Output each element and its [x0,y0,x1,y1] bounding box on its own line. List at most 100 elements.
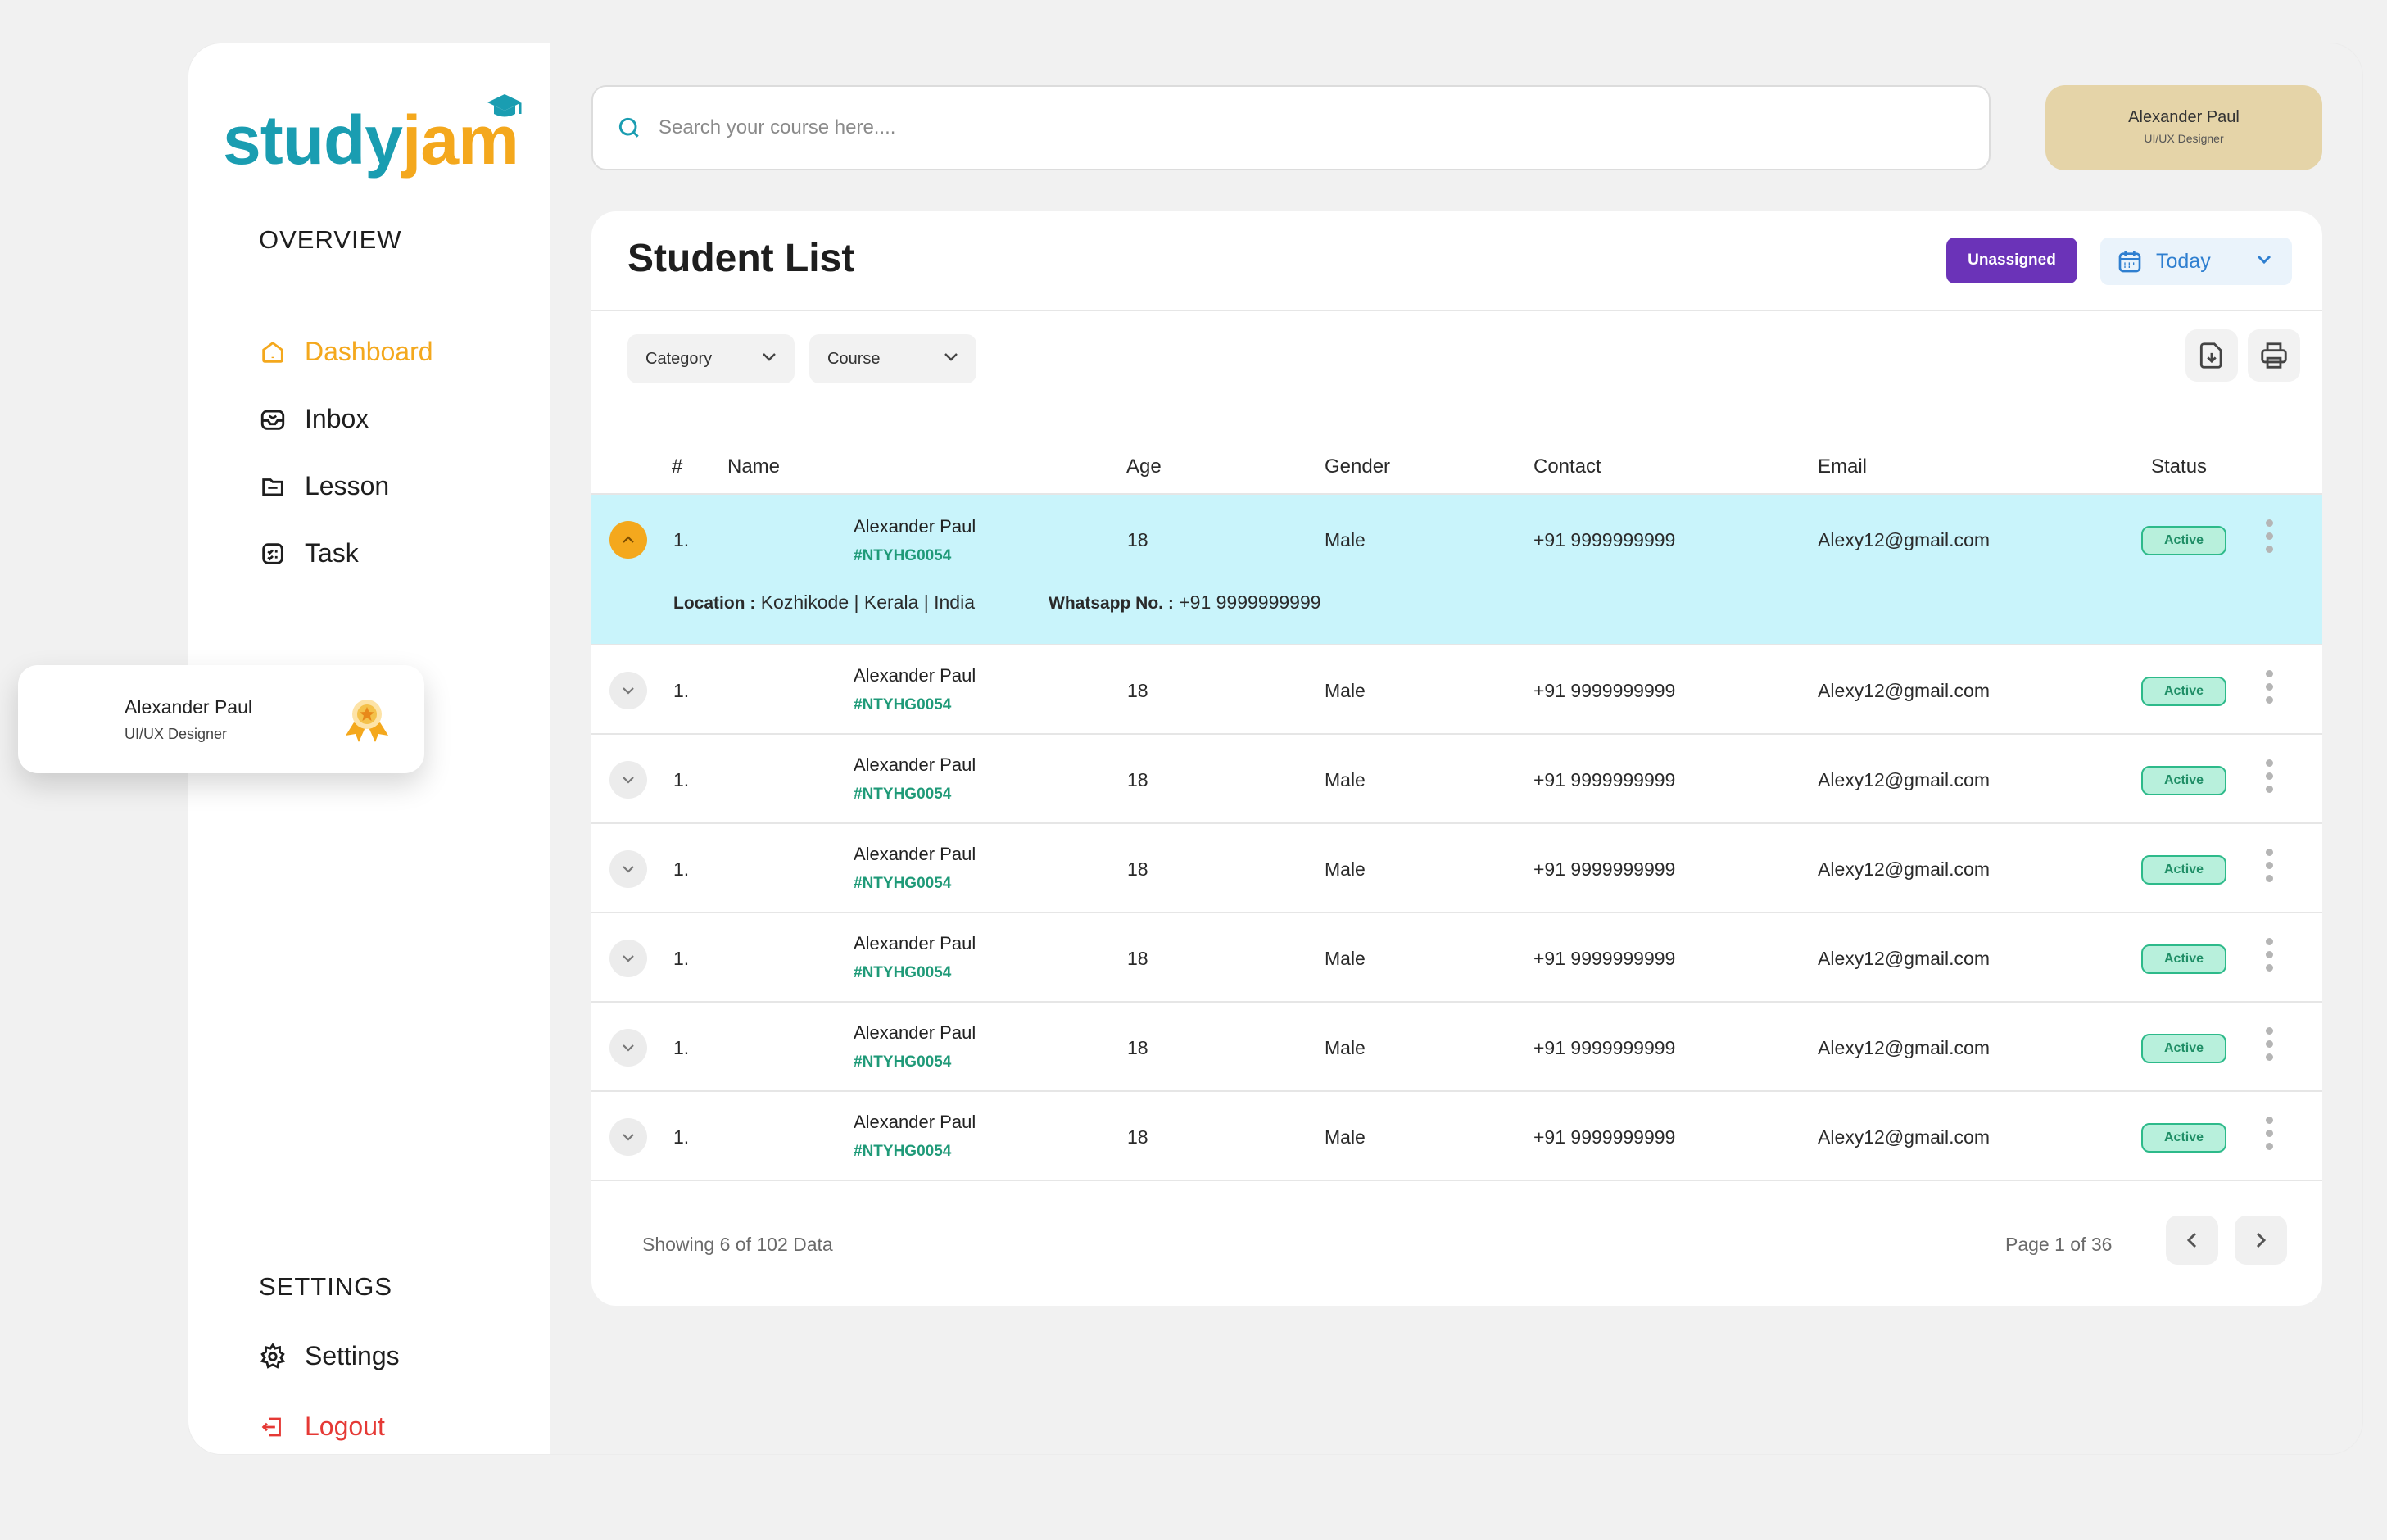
category-filter-label: Category [645,349,713,368]
student-name: Alexander Paul [854,516,976,537]
student-gender: Male [1325,1037,1366,1058]
student-email: Alexy12@gmail.com [1818,1037,1990,1058]
app-frame: study jam OVERVIEW Dashboard Inbox Lesso… [188,43,2362,1454]
home-icon [262,341,283,363]
row-more-menu-icon[interactable] [2266,759,2276,799]
user-card-role: UI/UX Designer [125,726,228,742]
student-email: Alexy12@gmail.com [1818,529,1990,550]
table-row[interactable]: 1. Alexander Paul #NTYHG0054 18 Male +91 … [591,1092,2322,1181]
col-contact-header: Contact [1533,455,1601,478]
sidebar-item-label: Dashboard [305,337,433,366]
prev-page-button[interactable] [2166,1216,2218,1265]
sidebar-item-dashboard[interactable]: Dashboard [259,337,433,367]
whatsapp-value: +91 9999999999 [1179,591,1321,613]
expand-row-button[interactable] [609,850,647,888]
chevron-down-icon [944,353,958,361]
status-badge: Active [2141,526,2226,555]
student-contact: +91 9999999999 [1533,948,1676,969]
table-row[interactable]: 1. Alexander Paul #NTYHG0054 18 Male +91 … [591,645,2322,735]
expand-row-button[interactable] [609,761,647,799]
expand-row-button[interactable] [609,1029,647,1067]
student-email: Alexy12@gmail.com [1818,680,1990,701]
download-file-icon [2199,342,2222,369]
student-email: Alexy12@gmail.com [1818,1126,1990,1148]
student-email: Alexy12@gmail.com [1818,858,1990,880]
student-contact: +91 9999999999 [1533,680,1676,701]
location-value: Kozhikode | Kerala | India [760,591,975,613]
row-more-menu-icon[interactable] [2266,849,2276,888]
date-filter-select[interactable]: Today [2100,238,2292,285]
chevron-down-icon [623,777,634,784]
next-page-button[interactable] [2235,1216,2287,1265]
logout-icon [261,1417,281,1436]
row-more-menu-icon[interactable] [2266,1027,2276,1067]
student-age: 18 [1127,1126,1148,1148]
course-filter[interactable]: Course [809,334,976,383]
status-badge: Active [2141,766,2226,795]
student-email: Alexy12@gmail.com [1818,948,1990,969]
search-input[interactable] [659,116,1805,139]
student-name: Alexander Paul [854,1112,976,1132]
table-row[interactable]: 1. Alexander Paul #NTYHG0054 18 Male +91 … [591,824,2322,913]
row-number: 1. [673,948,690,969]
student-age: 18 [1127,529,1148,550]
student-id: #NTYHG0054 [854,696,952,713]
table-row[interactable]: 1. Alexander Paul #NTYHG0054 18 Male +91 … [591,1003,2322,1092]
printer-icon [2261,342,2287,369]
download-button[interactable] [2185,329,2238,382]
sidebar-item-task[interactable]: Task [259,538,359,568]
row-more-menu-icon[interactable] [2266,519,2276,559]
chevron-down-icon [623,866,634,873]
page-indicator: Page 1 of 36 [2005,1234,2113,1255]
student-contact: +91 9999999999 [1533,1037,1676,1058]
expand-row-button[interactable] [609,940,647,977]
row-more-menu-icon[interactable] [2266,670,2276,709]
sidebar-item-lesson[interactable]: Lesson [259,471,389,501]
overview-section-title: OVERVIEW [259,225,402,254]
location-detail: Location : Kozhikode | Kerala | India [673,591,975,614]
status-badge: Active [2141,855,2226,885]
profile-name: Alexander Paul [2128,108,2240,126]
col-status-header: Status [2151,455,2208,478]
folder-icon [262,478,283,496]
whatsapp-detail: Whatsapp No. : +91 9999999999 [1049,591,1321,614]
student-age: 18 [1127,948,1148,969]
status-badge: Active [2141,1123,2226,1153]
expand-row-button[interactable] [609,672,647,709]
student-gender: Male [1325,529,1366,550]
logout-button[interactable]: Logout [259,1411,385,1442]
student-gender: Male [1325,858,1366,880]
collapse-row-button[interactable] [609,521,647,559]
col-age-header: Age [1126,455,1162,478]
table-row[interactable]: 1. Alexander Paul #NTYHG0054 18 Male +91 … [591,913,2322,1003]
chevron-down-icon [623,955,634,962]
student-age: 18 [1127,858,1148,880]
row-number: 1. [673,1037,690,1058]
row-number: 1. [673,1126,690,1148]
table-row[interactable]: 1. Alexander Paul #NTYHG0054 18 Male +91 … [591,735,2322,824]
row-more-menu-icon[interactable] [2266,938,2276,977]
chevron-down-icon [623,687,634,695]
whatsapp-label: Whatsapp No. : [1049,594,1174,613]
student-name-cell: Alexander Paul #NTYHG0054 [854,844,976,893]
unassigned-button[interactable]: Unassigned [1946,238,2077,283]
sidebar-item-label: Inbox [305,404,369,433]
search-bar[interactable] [591,85,1991,170]
chevron-up-icon [623,536,634,543]
sidebar-item-settings[interactable]: Settings [259,1341,400,1371]
profile-pill[interactable]: Alexander Paul UI/UX Designer [2045,85,2322,170]
student-id: #NTYHG0054 [854,547,952,564]
showing-count: Showing 6 of 102 Data [642,1234,833,1255]
table-row[interactable]: 1. Alexander Paul #NTYHG0054 18 Male +91… [591,495,2322,645]
print-button[interactable] [2248,329,2300,382]
category-filter[interactable]: Category [627,334,795,383]
expand-row-button[interactable] [609,1118,647,1156]
sidebar-item-inbox[interactable]: Inbox [259,404,369,434]
user-card[interactable]: Alexander Paul UI/UX Designer [18,665,424,773]
user-card-name: Alexander Paul [125,696,252,718]
student-name: Alexander Paul [854,665,976,686]
chevron-down-icon [623,1044,634,1052]
row-more-menu-icon[interactable] [2266,1116,2276,1156]
location-label: Location : [673,594,756,613]
studyjam-logo[interactable]: study jam [223,94,522,180]
